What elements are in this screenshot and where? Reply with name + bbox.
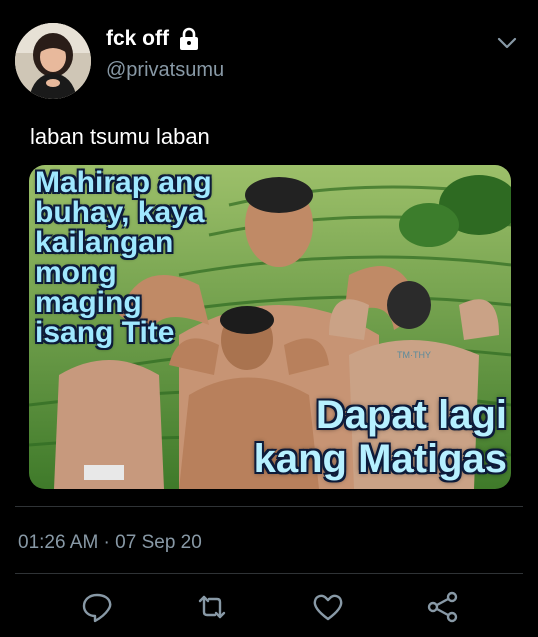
tweet-timestamp[interactable]: 01:26 AM · 07 Sep 20 <box>18 532 202 554</box>
divider <box>15 506 523 507</box>
tweet-text: laban tsumu laban <box>30 124 210 149</box>
meme-line: Mahirap ang <box>35 166 212 199</box>
meme-line: kang Matigas <box>253 437 507 481</box>
tattoo-text: TM·THY <box>397 350 431 360</box>
reply-icon[interactable] <box>80 590 114 624</box>
divider <box>15 573 523 574</box>
meme-line: isang Tite <box>35 316 175 349</box>
display-name[interactable]: fck off <box>106 27 169 51</box>
avatar[interactable] <box>15 23 91 99</box>
meme-top-text: Mahirap ang buhay, kaya kailangan mong m… <box>35 168 212 348</box>
meme-line: maging <box>35 286 142 319</box>
meme-line: mong <box>35 256 117 289</box>
meme-line: buhay, kaya <box>35 196 205 229</box>
chevron-down-icon[interactable] <box>494 30 520 56</box>
meme-line: kailangan <box>35 226 174 259</box>
share-icon[interactable] <box>426 590 460 624</box>
retweet-icon[interactable] <box>195 590 229 624</box>
meme-bottom-text: Dapat lagi kang Matigas <box>254 393 507 481</box>
heart-icon[interactable] <box>311 590 345 624</box>
user-handle[interactable]: @privatsumu <box>106 59 224 82</box>
meme-line: Dapat lagi <box>315 393 507 437</box>
tweet-actions <box>0 578 538 624</box>
tweet-media-image[interactable]: Mahirap ang buhay, kaya kailangan mong m… <box>29 165 511 489</box>
display-name-row[interactable]: fck off <box>106 27 201 51</box>
lock-icon <box>177 27 201 51</box>
